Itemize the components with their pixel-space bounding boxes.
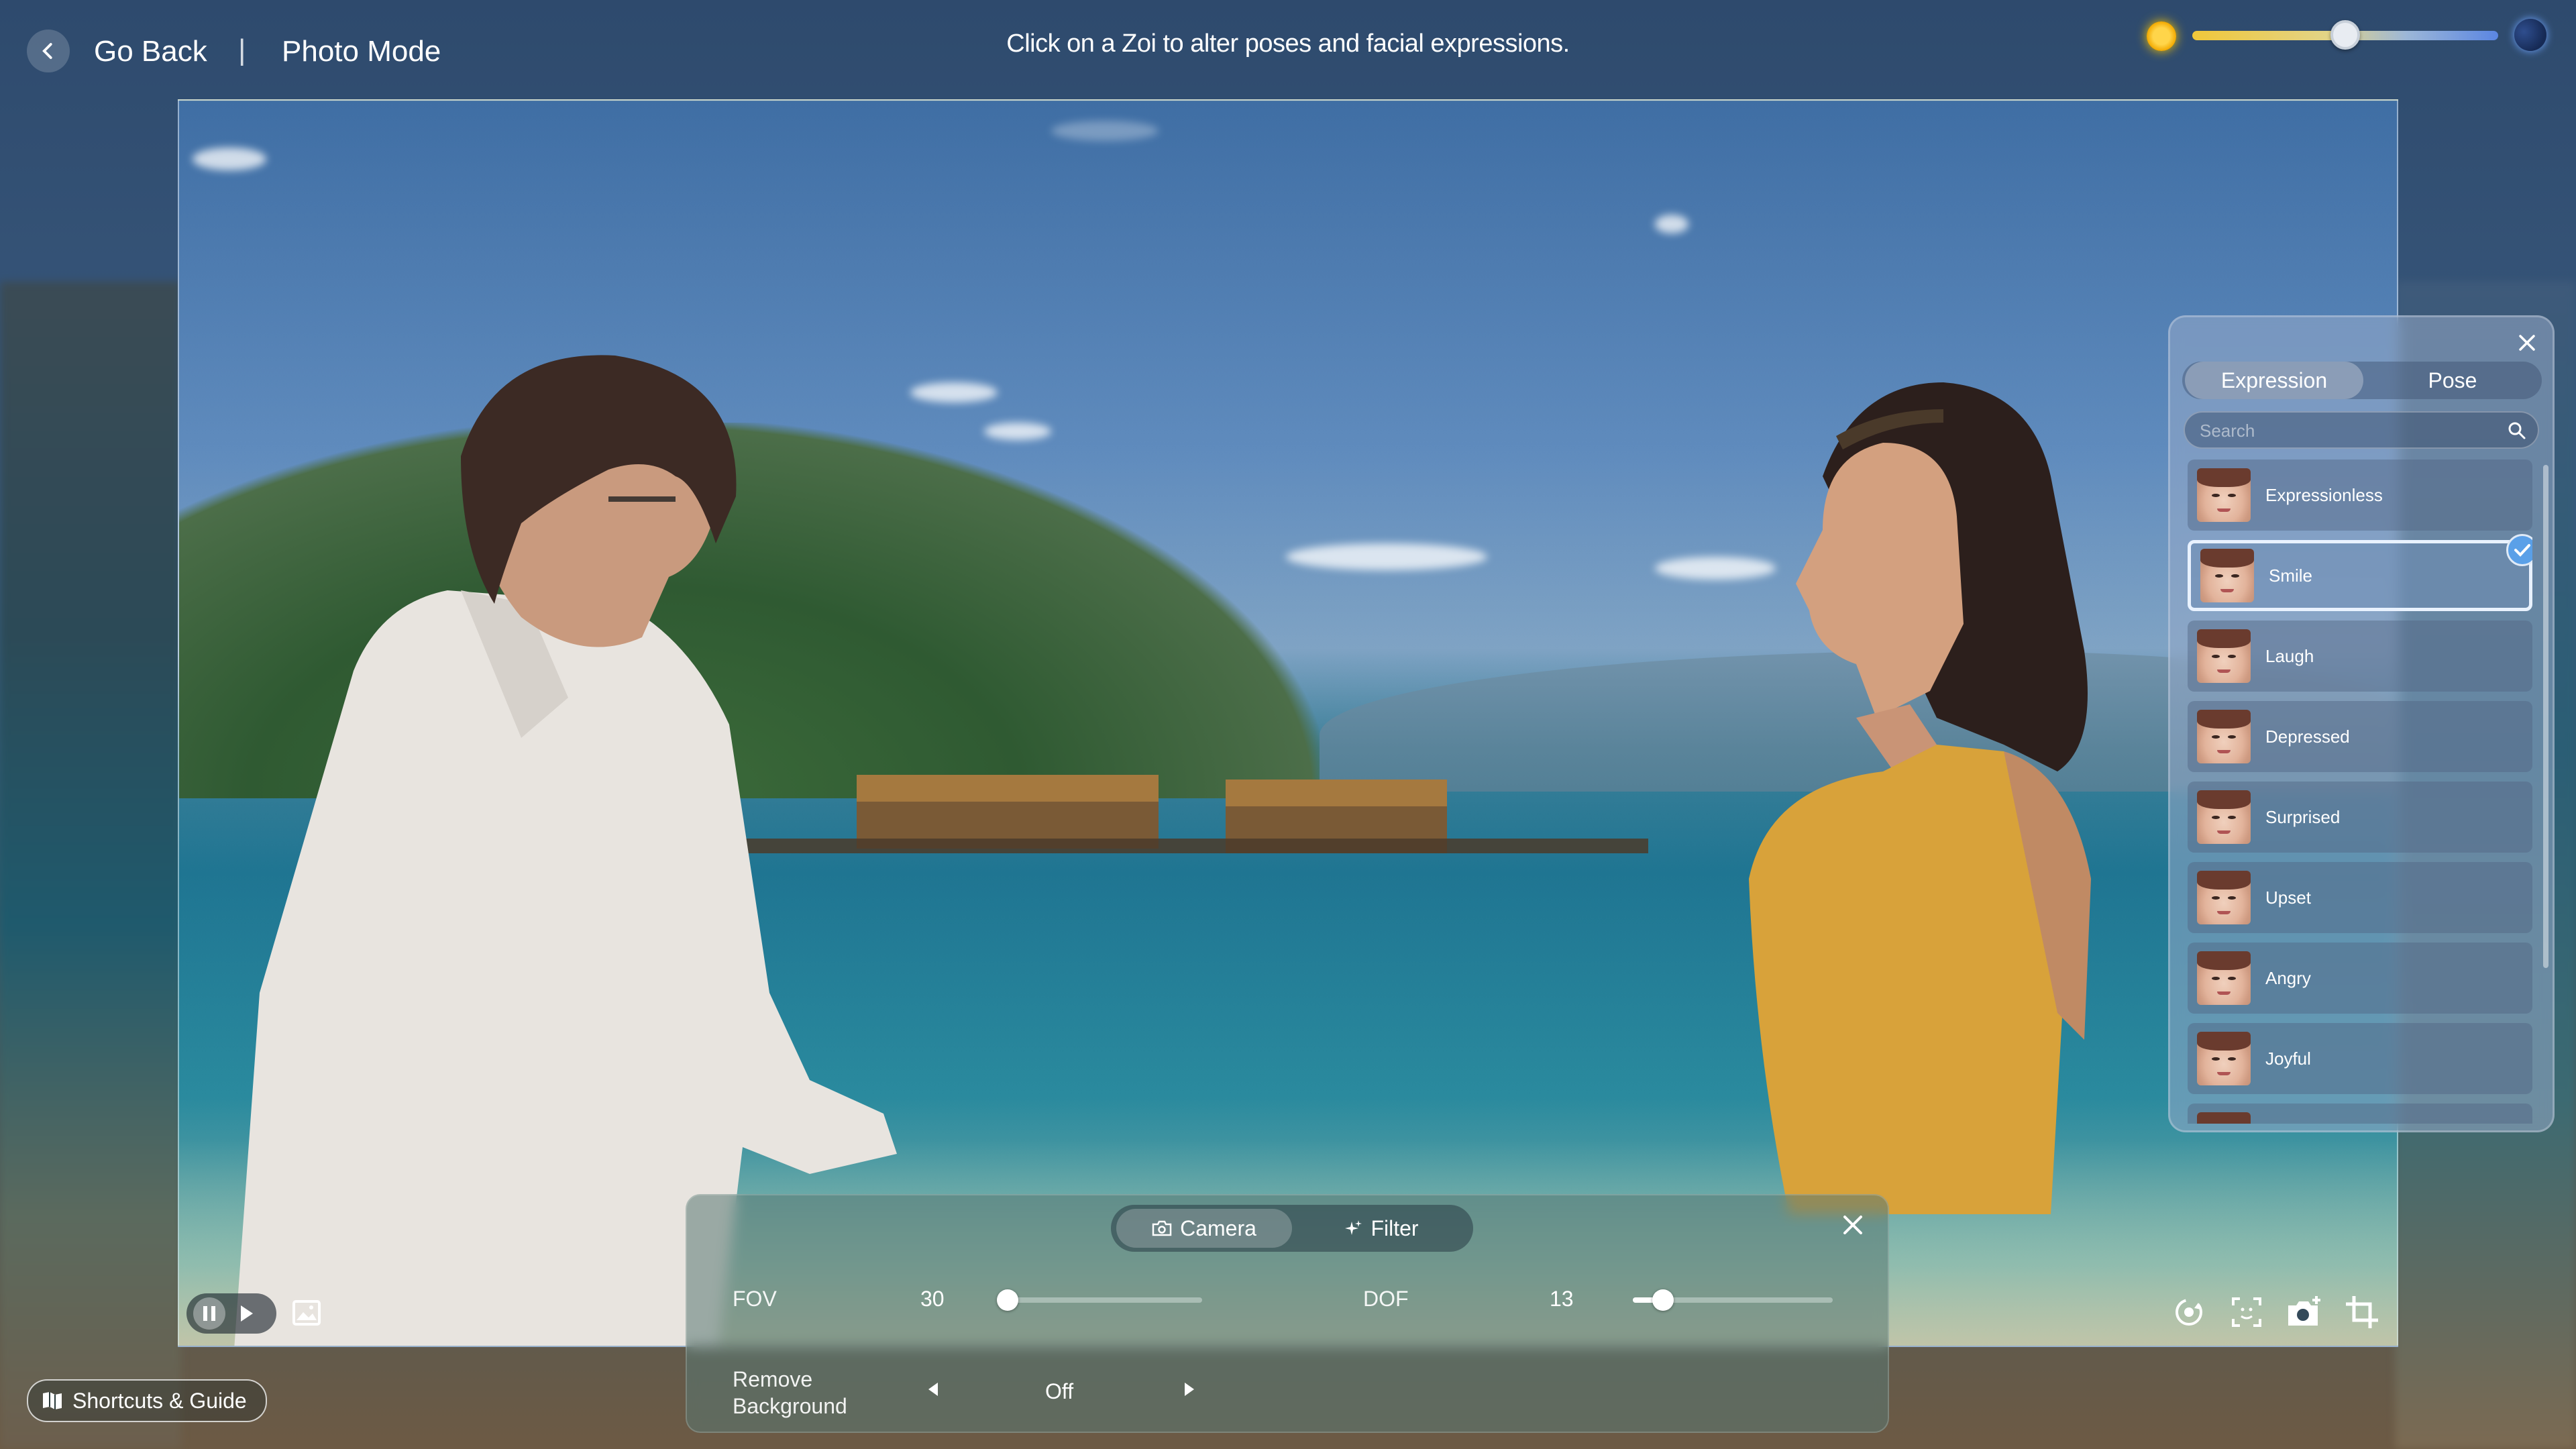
top-bar: Go Back | Photo Mode Click on a Zoi to a… xyxy=(0,0,2576,101)
fov-slider-thumb[interactable] xyxy=(997,1289,1018,1311)
list-item[interactable]: Surprised xyxy=(2188,782,2532,853)
face-focus-button[interactable] xyxy=(2228,1293,2265,1331)
book-icon xyxy=(43,1392,62,1409)
dof-label: DOF xyxy=(1363,1287,1409,1311)
close-icon[interactable] xyxy=(2514,329,2540,356)
expression-thumbnail xyxy=(2197,1112,2251,1124)
tab-filter-label: Filter xyxy=(1371,1216,1419,1240)
list-item[interactable] xyxy=(2188,1104,2532,1124)
time-of-day-slider[interactable] xyxy=(2192,20,2498,50)
list-item[interactable]: Upset xyxy=(2188,862,2532,933)
time-of-day-slider-thumb[interactable] xyxy=(2330,20,2360,50)
remove-background-label-line1: Remove xyxy=(733,1367,813,1391)
tab-camera[interactable]: Camera xyxy=(1116,1209,1292,1248)
expression-list: Expressionless Smile Laugh Depressed Sur… xyxy=(2188,460,2532,1124)
rotate-camera-icon xyxy=(2176,1299,2202,1326)
tab-pose[interactable]: Pose xyxy=(2363,362,2542,399)
shortcuts-guide-button[interactable]: Shortcuts & Guide xyxy=(27,1379,267,1422)
list-item[interactable]: Depressed xyxy=(2188,701,2532,772)
back-button[interactable] xyxy=(27,30,70,72)
tab-expression[interactable]: Expression xyxy=(2185,362,2363,399)
remove-background-label: Remove Background xyxy=(733,1366,847,1419)
expression-thumbnail xyxy=(2197,951,2251,1005)
expression-label: Smile xyxy=(2269,565,2313,586)
expression-thumbnail xyxy=(2197,629,2251,683)
list-item[interactable]: Laugh xyxy=(2188,621,2532,692)
sparkle-icon xyxy=(1345,1220,1362,1235)
list-item[interactable]: Angry xyxy=(2188,943,2532,1014)
expression-label: Joyful xyxy=(2265,1048,2311,1069)
camera-settings-panel: Camera Filter FOV 30 DOF 13 Remove Backg… xyxy=(686,1194,1889,1433)
male-zoi-character[interactable] xyxy=(206,322,1011,1347)
gallery-icon[interactable] xyxy=(290,1299,322,1328)
moon-icon xyxy=(2514,19,2546,51)
expression-pose-panel: Expression Pose Expressionless Smile Lau… xyxy=(2168,315,2555,1132)
remove-background-value: Off xyxy=(1045,1379,1074,1403)
pause-button[interactable] xyxy=(193,1297,225,1330)
close-icon[interactable] xyxy=(1838,1210,1868,1240)
fov-label: FOV xyxy=(733,1287,777,1311)
remove-background-prev-button[interactable] xyxy=(926,1381,941,1402)
capture-photo-button[interactable] xyxy=(2286,1293,2323,1331)
scrollbar[interactable] xyxy=(2543,465,2548,968)
rotate-camera-button[interactable] xyxy=(2170,1293,2208,1331)
crop-button[interactable] xyxy=(2343,1293,2381,1331)
tab-filter[interactable]: Filter xyxy=(1293,1209,1469,1248)
tab-camera-label: Camera xyxy=(1180,1216,1256,1240)
search-icon[interactable] xyxy=(2507,421,2527,441)
face-focus-icon xyxy=(2232,1297,2261,1327)
photo-viewport[interactable] xyxy=(178,99,2398,1347)
camera-plus-icon xyxy=(2288,1296,2320,1326)
expression-thumbnail xyxy=(2197,871,2251,924)
expression-thumbnail xyxy=(2197,1032,2251,1085)
expression-thumbnail xyxy=(2200,549,2254,602)
dof-slider[interactable] xyxy=(1633,1289,1833,1311)
search-input[interactable] xyxy=(2198,417,2496,445)
crop-icon xyxy=(2346,1296,2378,1328)
list-item[interactable]: Joyful xyxy=(2188,1023,2532,1094)
triangle-left-icon xyxy=(928,1383,938,1396)
camera-filter-switch: Camera Filter xyxy=(1111,1205,1473,1252)
selected-check-badge xyxy=(2506,534,2532,566)
dof-slider-thumb[interactable] xyxy=(1652,1289,1674,1311)
expression-pose-tabs: Expression Pose xyxy=(2182,362,2542,399)
sun-icon xyxy=(2147,21,2176,51)
camera-icon xyxy=(1152,1220,1172,1236)
cloud xyxy=(193,148,266,170)
page-title: Photo Mode xyxy=(282,35,441,68)
expression-label: Laugh xyxy=(2265,645,2314,666)
remove-background-next-button[interactable] xyxy=(1182,1381,1197,1402)
playback-controls xyxy=(186,1293,276,1334)
expression-label: Expressionless xyxy=(2265,484,2383,505)
expression-label: Angry xyxy=(2265,967,2311,988)
fov-slider[interactable] xyxy=(997,1289,1202,1311)
expression-thumbnail xyxy=(2197,468,2251,522)
dof-value: 13 xyxy=(1550,1287,1574,1311)
background-environment-left xyxy=(0,282,181,1449)
expression-thumbnail xyxy=(2197,790,2251,844)
triangle-right-icon xyxy=(1185,1383,1194,1396)
expression-thumbnail xyxy=(2197,710,2251,763)
instruction-hint: Click on a Zoi to alter poses and facial… xyxy=(1006,30,1570,58)
check-icon xyxy=(2514,544,2530,557)
cloud xyxy=(1655,215,1688,233)
go-back-label[interactable]: Go Back xyxy=(94,35,207,68)
play-icon[interactable] xyxy=(239,1304,255,1323)
expression-label: Surprised xyxy=(2265,806,2341,827)
expression-search xyxy=(2184,411,2539,449)
list-item[interactable]: Smile xyxy=(2188,534,2532,611)
fov-value: 30 xyxy=(920,1287,945,1311)
remove-background-label-line2: Background xyxy=(733,1394,847,1418)
list-item[interactable]: Expressionless xyxy=(2188,460,2532,531)
expression-label: Upset xyxy=(2265,887,2311,908)
title-separator: | xyxy=(238,34,246,66)
expression-label: Depressed xyxy=(2265,726,2350,747)
shortcuts-guide-label: Shortcuts & Guide xyxy=(72,1388,247,1413)
pause-icon xyxy=(203,1306,215,1321)
cloud xyxy=(1051,121,1159,141)
chevron-left-icon xyxy=(42,43,52,59)
camera-tools xyxy=(2170,1293,2381,1331)
